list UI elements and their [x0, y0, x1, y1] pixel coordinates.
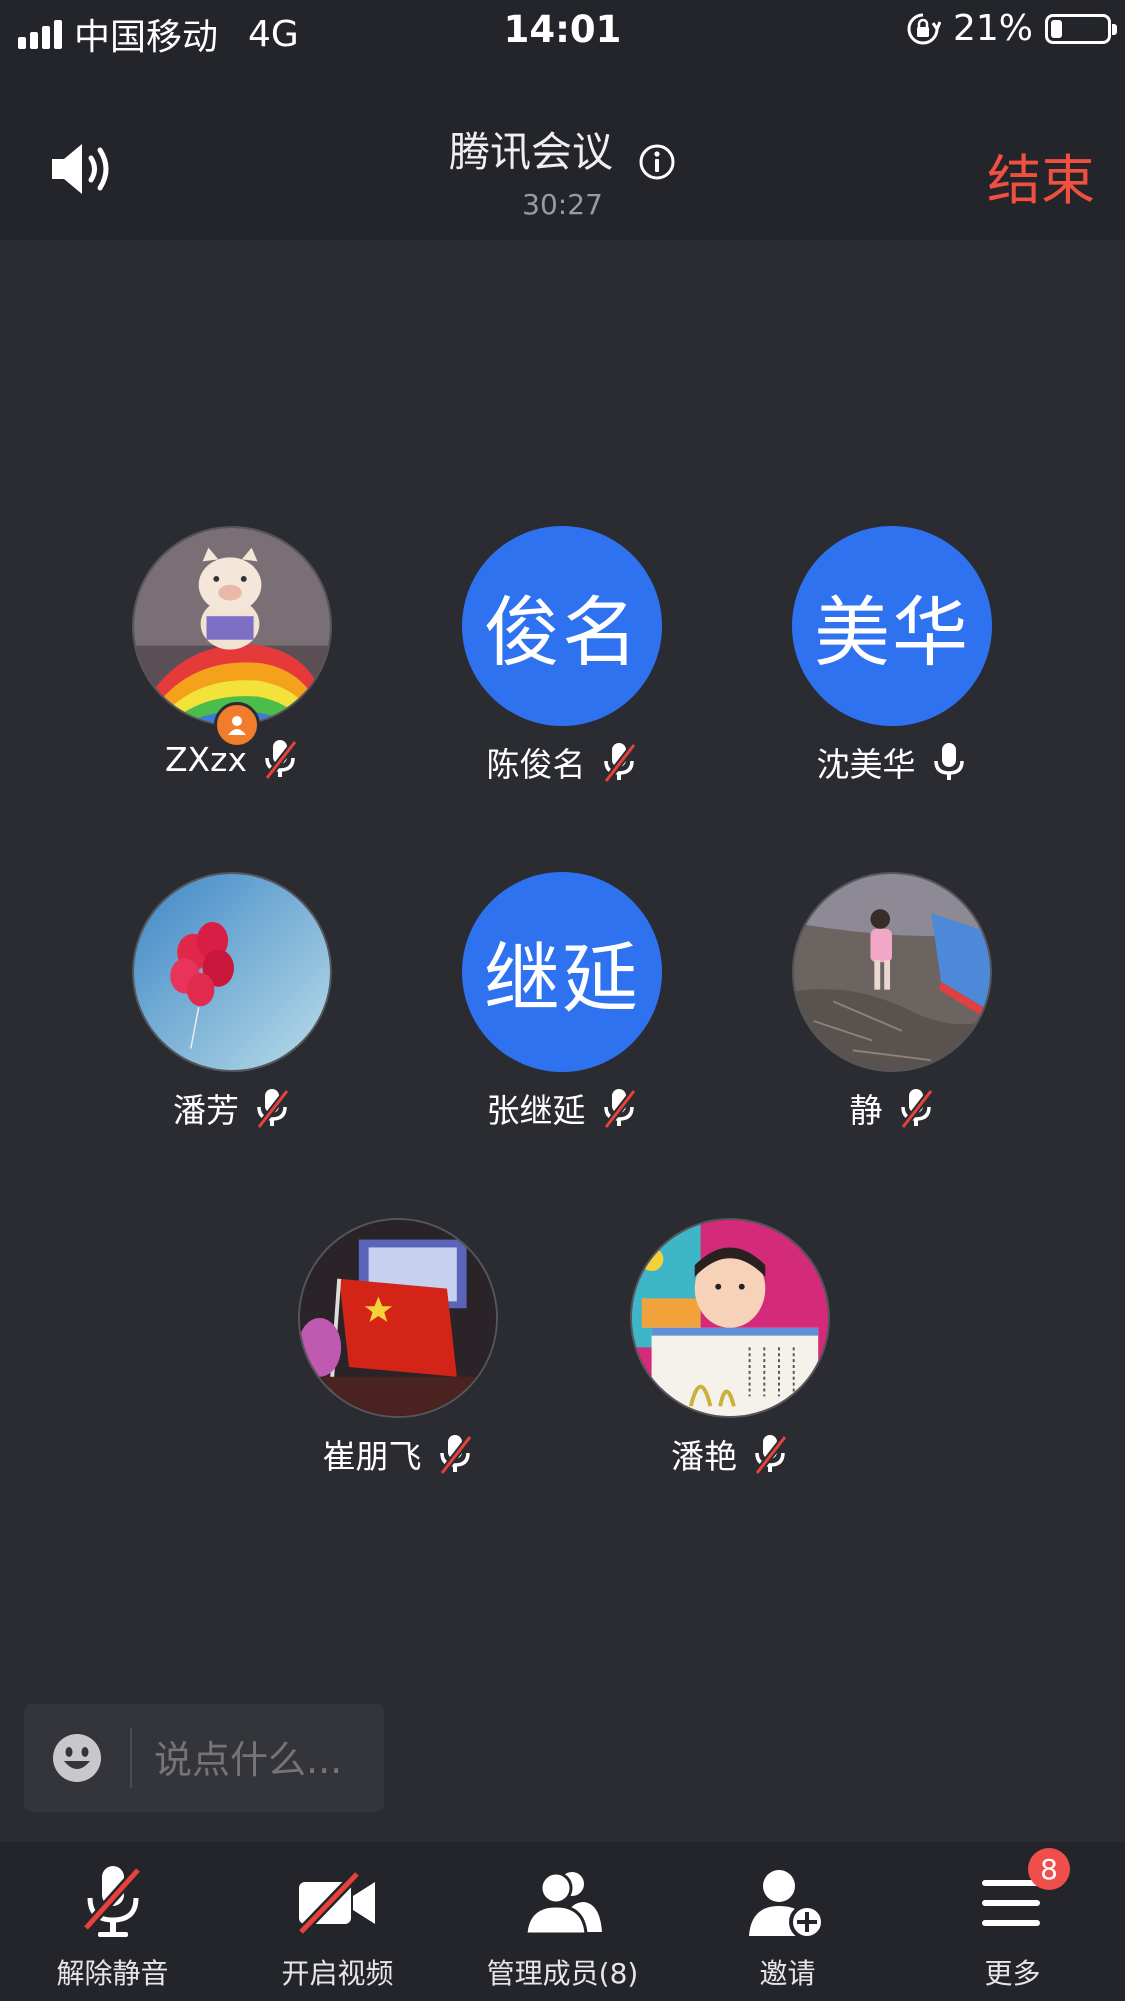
- mic-muted-icon: [82, 1866, 142, 1937]
- battery-percent: 21%: [952, 8, 1033, 49]
- battery-fill: [1051, 19, 1062, 38]
- participant-name: 潘艳: [671, 1437, 737, 1476]
- manage-members-label: 管理成员(8): [486, 1957, 639, 1990]
- child-with-certificate-photo: [632, 1220, 828, 1416]
- participant-tile[interactable]: 崔朋飞: [258, 1218, 498, 1476]
- participant-avatar: [132, 872, 332, 1072]
- manage-members-button[interactable]: 管理成员(8): [450, 1842, 675, 2001]
- child-on-floor-photo: [794, 874, 990, 1070]
- participant-name: 潘芳: [173, 1091, 239, 1130]
- header-title-group: 腾讯会议: [0, 118, 1125, 181]
- participant-tile[interactable]: 俊名 陈俊名: [422, 526, 662, 784]
- participant-avatar: [132, 526, 332, 726]
- participant-avatar: [630, 1218, 830, 1418]
- meeting-title[interactable]: 腾讯会议: [449, 128, 613, 176]
- participant-name-row: 张继延: [422, 1084, 702, 1132]
- participant-name-row: 崔朋飞: [258, 1430, 538, 1478]
- participant-name: ZXzx: [164, 739, 248, 779]
- chat-divider: [130, 1728, 132, 1788]
- mic-muted-icon: [600, 1087, 638, 1129]
- participant-avatar: 美华: [792, 526, 992, 726]
- participant-name: 崔朋飞: [322, 1437, 422, 1476]
- meeting-header: 腾讯会议 30:27 结束: [0, 62, 1125, 240]
- participant-name-row: 陈俊名: [422, 738, 702, 786]
- unmute-button[interactable]: 解除静音: [0, 1842, 225, 2001]
- mic-muted-icon: [253, 1087, 291, 1129]
- mic-muted-icon: [261, 738, 299, 780]
- end-meeting-button[interactable]: 结束: [987, 136, 1095, 215]
- more-label: 更多: [984, 1957, 1041, 1990]
- participant-avatar: 继延: [462, 872, 662, 1072]
- mic-muted-icon: [751, 1433, 789, 1475]
- more-button[interactable]: 更多: [900, 1842, 1125, 2001]
- participant-name: 沈美华: [816, 745, 916, 784]
- invite-button[interactable]: 邀请: [675, 1842, 900, 2001]
- participant-name: 张继延: [486, 1091, 586, 1130]
- participant-avatar: [298, 1218, 498, 1418]
- mic-muted-icon: [600, 741, 638, 783]
- participant-tile[interactable]: 美华 沈美华: [752, 526, 992, 784]
- status-bar: 中国移动 4G 14:01 21%: [0, 0, 1125, 62]
- participant-name-row: 沈美华: [752, 738, 1032, 786]
- flag-photo: [300, 1220, 496, 1416]
- participant-avatar: [792, 872, 992, 1072]
- notification-badge: 8: [1028, 1848, 1070, 1890]
- add-user-icon: [749, 1870, 825, 1940]
- chat-input[interactable]: [154, 1738, 374, 1782]
- mic-on-icon: [930, 741, 968, 783]
- start-video-label: 开启视频: [281, 1957, 394, 1990]
- participant-name: 静: [849, 1091, 883, 1130]
- unmute-label: 解除静音: [56, 1957, 169, 1990]
- mic-muted-icon: [897, 1087, 935, 1129]
- participant-tile[interactable]: 继延 张继延: [422, 872, 662, 1130]
- emoji-icon[interactable]: [52, 1733, 102, 1783]
- participant-tile[interactable]: 潘芳: [92, 872, 332, 1130]
- participant-name-row: ZXzx: [92, 738, 372, 780]
- invite-label: 邀请: [759, 1957, 816, 1990]
- status-right: 21%: [905, 8, 1117, 49]
- video-off-icon: [297, 1870, 375, 1936]
- participant-name-row: 潘艳: [590, 1430, 870, 1478]
- rotation-lock-icon: [907, 13, 941, 44]
- participant-name: 陈俊名: [486, 745, 586, 784]
- battery-icon: [1045, 13, 1117, 44]
- balloons-photo: [134, 874, 330, 1070]
- mic-muted-icon: [436, 1433, 474, 1475]
- info-icon[interactable]: [638, 143, 676, 181]
- members-icon: [524, 1871, 602, 1936]
- start-video-button[interactable]: 开启视频: [225, 1842, 450, 2001]
- participant-tile[interactable]: ZXzx: [92, 526, 332, 776]
- participant-name-row: 潘芳: [92, 1084, 372, 1132]
- bottom-toolbar: 解除静音 开启视频 管理成员(8) 邀请 更多: [0, 1842, 1125, 2001]
- meeting-duration: 30:27: [522, 188, 603, 221]
- participant-tile[interactable]: 静: [752, 872, 992, 1130]
- toy-pig-photo: [134, 528, 330, 724]
- chat-box[interactable]: [24, 1704, 384, 1812]
- participant-name-row: 静: [752, 1084, 1032, 1132]
- participant-tile[interactable]: 潘艳: [590, 1218, 830, 1476]
- participant-avatar: 俊名: [462, 526, 662, 726]
